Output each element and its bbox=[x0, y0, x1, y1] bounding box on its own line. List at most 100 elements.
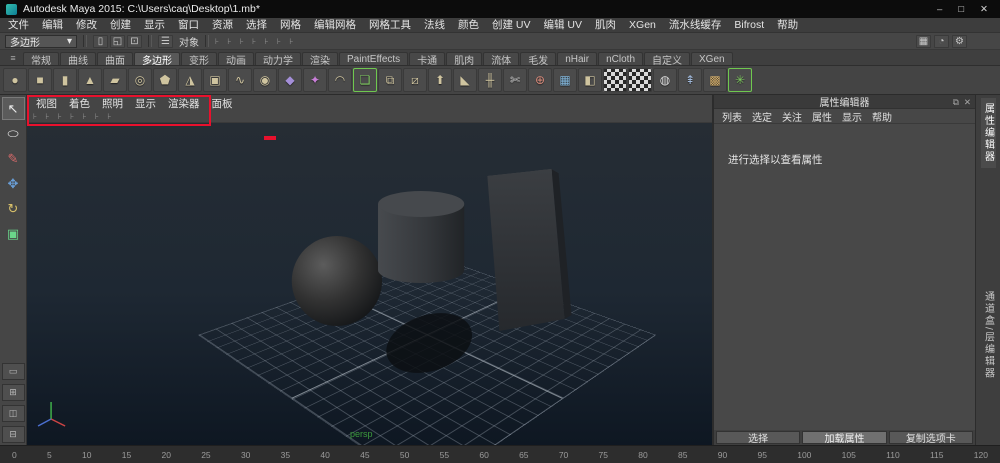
shelf-tab[interactable]: XGen bbox=[691, 52, 733, 65]
menu-item[interactable]: 创建 bbox=[110, 18, 131, 33]
menu-item[interactable]: 资源 bbox=[212, 18, 233, 33]
attribute-editor-menu-item[interactable]: 关注 bbox=[782, 109, 802, 124]
scale-tool[interactable]: ▣ bbox=[2, 222, 25, 245]
menu-item[interactable]: Bifrost bbox=[734, 18, 764, 33]
shelf-tab[interactable]: 渲染 bbox=[302, 52, 338, 65]
menu-item[interactable]: 修改 bbox=[76, 18, 97, 33]
menu-item[interactable]: 网格 bbox=[280, 18, 301, 33]
viewport-menu-item[interactable]: 显示 bbox=[135, 96, 156, 111]
shelf-tab[interactable]: 肌肉 bbox=[446, 52, 482, 65]
minimize-button[interactable]: – bbox=[937, 4, 942, 15]
shelf-tab[interactable]: nCloth bbox=[598, 52, 643, 65]
menu-item[interactable]: 帮助 bbox=[777, 18, 798, 33]
shelf-tab[interactable]: 曲面 bbox=[97, 52, 133, 65]
hypershade-persp-layout[interactable]: ⊟ bbox=[2, 426, 25, 443]
poly-soccer-ball-icon[interactable]: ◉ bbox=[253, 68, 277, 92]
lasso-select-tool[interactable]: ⬭ bbox=[2, 122, 25, 145]
shelf-tab[interactable]: 动画 bbox=[218, 52, 254, 65]
poly-pipe-icon[interactable]: ▣ bbox=[203, 68, 227, 92]
menu-item[interactable]: 肌肉 bbox=[595, 18, 616, 33]
menu-item[interactable]: 显示 bbox=[144, 18, 165, 33]
poly-prism-icon[interactable]: ⬟ bbox=[153, 68, 177, 92]
bridge-icon[interactable]: ╫ bbox=[478, 68, 502, 92]
shelf-tab[interactable]: 常规 bbox=[23, 52, 59, 65]
menu-item[interactable]: 窗口 bbox=[178, 18, 199, 33]
attribute-editor-header[interactable]: 属性编辑器 ⧉✕ bbox=[714, 95, 975, 109]
smooth-mesh-icon[interactable]: ◠ bbox=[328, 68, 352, 92]
bevel-icon[interactable]: ◣ bbox=[453, 68, 477, 92]
selection-mask-icon[interactable]: ☰ bbox=[158, 35, 173, 48]
attribute-editor-menu-item[interactable]: 选定 bbox=[752, 109, 772, 124]
persp-outliner-layout[interactable]: ◫ bbox=[2, 405, 25, 422]
platonic-solids-icon[interactable]: ◆ bbox=[278, 68, 302, 92]
menu-item[interactable]: 创建 UV bbox=[492, 18, 531, 33]
menu-item[interactable]: 选择 bbox=[246, 18, 267, 33]
viewport-menu-item[interactable]: 渲染器 bbox=[168, 96, 200, 111]
sculpt-tool-icon[interactable]: ✦ bbox=[303, 68, 327, 92]
combine-icon[interactable]: ⧉ bbox=[378, 68, 402, 92]
poly-cone-icon[interactable]: ▲ bbox=[78, 68, 102, 92]
shelf-tab[interactable]: 多边形 bbox=[134, 52, 180, 65]
pop-out-icon[interactable]: ⧉ bbox=[953, 95, 959, 109]
shelf-tab[interactable]: 动力学 bbox=[255, 52, 301, 65]
shelf-tab[interactable]: 卡通 bbox=[409, 52, 445, 65]
poly-plane-icon[interactable]: ▰ bbox=[103, 68, 127, 92]
target-weld-icon[interactable]: ⊕ bbox=[528, 68, 552, 92]
attribute-editor-menu-item[interactable]: 属性 bbox=[812, 109, 832, 124]
save-scene-icon[interactable]: ⊡ bbox=[127, 35, 142, 48]
move-tool[interactable]: ✥ bbox=[2, 172, 25, 195]
copy-tab-button[interactable]: 复制选项卡 bbox=[889, 431, 973, 444]
load-attributes-button[interactable]: 加载属性 bbox=[802, 431, 886, 444]
edit-mesh-icon[interactable]: ❏ bbox=[353, 68, 377, 92]
shelf-tab[interactable]: 流体 bbox=[483, 52, 519, 65]
viewport-menu-item[interactable]: 视图 bbox=[36, 96, 57, 111]
xgen-description-icon[interactable]: ✳ bbox=[728, 68, 752, 92]
viewport-menu-item[interactable]: 照明 bbox=[102, 96, 123, 111]
poly-sphere-icon[interactable]: ● bbox=[3, 68, 27, 92]
quad-draw-icon[interactable]: ▦ bbox=[553, 68, 577, 92]
menu-item[interactable]: 编辑网格 bbox=[314, 18, 356, 33]
shelf-tab[interactable]: 变形 bbox=[181, 52, 217, 65]
poly-pyramid-icon[interactable]: ◮ bbox=[178, 68, 202, 92]
viewport-menu-item[interactable]: 着色 bbox=[69, 96, 90, 111]
checker-map-icon[interactable] bbox=[603, 68, 627, 92]
collapsed-section-ticks[interactable]: ⊦ ⊦ ⊦ ⊦ ⊦ ⊦ ⊦ bbox=[215, 37, 296, 46]
open-scene-icon[interactable]: ◱ bbox=[110, 35, 125, 48]
menu-item[interactable]: 流水线缓存 bbox=[669, 18, 722, 33]
poly-torus-icon[interactable]: ◎ bbox=[128, 68, 152, 92]
rotate-tool[interactable]: ↻ bbox=[2, 197, 25, 220]
single-pane-layout[interactable]: ▭ bbox=[2, 363, 25, 380]
paint-select-tool[interactable]: ✎ bbox=[2, 147, 25, 170]
time-slider[interactable]: 0510152025303540455055606570758085909510… bbox=[0, 445, 1000, 463]
poly-cube-icon[interactable]: ■ bbox=[28, 68, 52, 92]
menu-item[interactable]: 编辑 UV bbox=[544, 18, 583, 33]
ipr-render-icon[interactable]: ◔ bbox=[934, 35, 949, 48]
shelf-tab[interactable]: 自定义 bbox=[644, 52, 690, 65]
new-scene-icon[interactable]: ▯ bbox=[93, 35, 108, 48]
menu-item[interactable]: 文件 bbox=[8, 18, 29, 33]
select-tool[interactable]: ↖ bbox=[2, 97, 25, 120]
select-button[interactable]: 选择 bbox=[716, 431, 800, 444]
poly-cylinder-top[interactable] bbox=[378, 191, 464, 217]
viewport-canvas[interactable]: persp bbox=[27, 123, 712, 445]
normals-display-icon[interactable]: ⇞ bbox=[678, 68, 702, 92]
shelf-options-icon[interactable]: ≡ bbox=[4, 53, 22, 63]
multi-cut-icon[interactable]: ✄ bbox=[503, 68, 527, 92]
attribute-editor-menu-item[interactable]: 帮助 bbox=[872, 109, 892, 124]
poly-cylinder-icon[interactable]: ▮ bbox=[53, 68, 77, 92]
viewport-toolbar-ticks[interactable]: ⊦ ⊦ ⊦ ⊦ ⊦ ⊦ ⊦ bbox=[27, 111, 712, 123]
poly-cube-object[interactable] bbox=[487, 169, 564, 331]
menu-item[interactable]: 颜色 bbox=[458, 18, 479, 33]
menu-item[interactable]: 网格工具 bbox=[369, 18, 411, 33]
four-pane-layout[interactable]: ⊞ bbox=[2, 384, 25, 401]
render-settings-icon[interactable]: ⚙ bbox=[952, 35, 967, 48]
separate-icon[interactable]: ⧄ bbox=[403, 68, 427, 92]
viewport-menu-item[interactable]: 面板 bbox=[212, 96, 233, 111]
menu-set-dropdown[interactable]: 多边形 ▾ bbox=[5, 35, 77, 48]
poly-helix-icon[interactable]: ∿ bbox=[228, 68, 252, 92]
color-sets-icon[interactable]: ▩ bbox=[703, 68, 727, 92]
sidebar-tab-channel-box[interactable]: 通道盒/层编辑器 bbox=[981, 286, 996, 385]
attribute-editor-menu-item[interactable]: 显示 bbox=[842, 109, 862, 124]
close-button[interactable]: ✕ bbox=[980, 4, 988, 15]
poly-sphere-object[interactable] bbox=[292, 236, 382, 326]
